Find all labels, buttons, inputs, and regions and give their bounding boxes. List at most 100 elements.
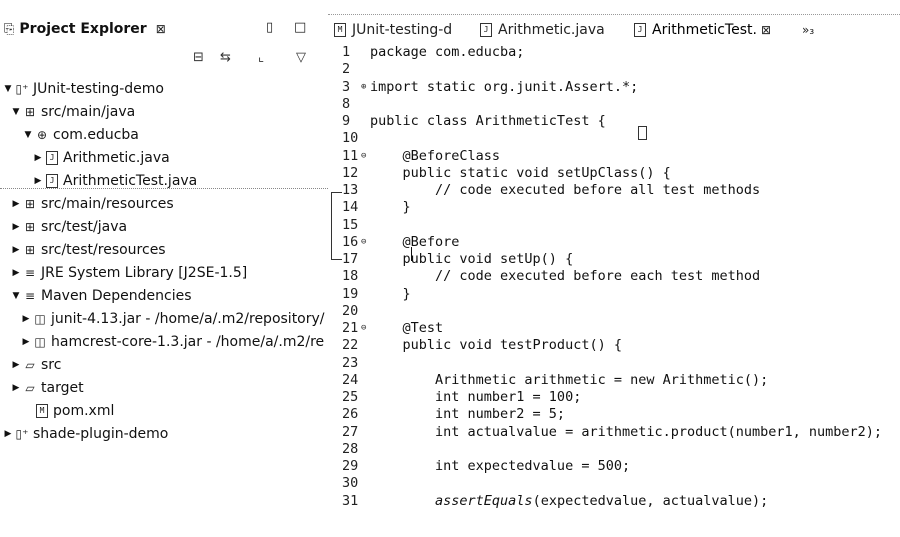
expand-arrow-icon[interactable]: ▼ [10, 291, 22, 301]
project-explorer-title: Project Explorer [19, 21, 147, 37]
code-text: @BeforeClass [370, 148, 501, 164]
expand-arrow-icon[interactable]: ▶ [10, 383, 22, 393]
expand-arrow-icon[interactable]: ▶ [20, 337, 32, 347]
tree-item-junit-jar[interactable]: ▶ ◫ junit-4.13.jar - /home/a/.m2/reposit… [20, 308, 325, 330]
tree-item-maven-dependencies[interactable]: ▼ ≡ Maven Dependencies [10, 285, 192, 307]
maximize-icon[interactable]: □ [294, 20, 306, 35]
line-number: 25 [342, 389, 359, 405]
tree-item-src-main-java[interactable]: ▼ ⊞ src/main/java [10, 101, 136, 123]
bracket-marker [331, 192, 342, 260]
view-menu-icon[interactable]: ▽ [296, 50, 306, 65]
package-icon: ⊕ [36, 128, 48, 142]
tree-item-jre-system-library[interactable]: ▶ ≡ JRE System Library [J2SE-1.5] [10, 262, 248, 284]
line-number: 21 [342, 320, 359, 336]
source-folder-icon: ⊞ [24, 197, 36, 211]
tree-item-label: src/test/resources [41, 242, 166, 258]
tree-item-arithmetic-java[interactable]: ▶ J Arithmetic.java [32, 147, 170, 169]
focus-icon[interactable]: ⌞ [258, 50, 264, 65]
tab-arithmetictest-java[interactable]: J ArithmeticTest. ⊠ [634, 19, 771, 41]
tree-item-label: src/main/java [41, 104, 136, 120]
link-with-editor-icon[interactable]: ⇆ [220, 50, 231, 65]
tree-item-src[interactable]: ▶ ▱ src [10, 354, 62, 376]
expand-arrow-icon[interactable]: ▶ [10, 360, 22, 370]
line-number: 31 [342, 493, 359, 509]
tab-label: Arithmetic.java [498, 22, 605, 38]
tree-item-label: pom.xml [53, 403, 115, 419]
line-number: 12 [342, 165, 359, 181]
code-text: Arithmetic arithmetic = new Arithmetic()… [370, 372, 769, 388]
fold-toggle-icon[interactable]: ⊖ [361, 234, 366, 251]
code-text: } [370, 199, 411, 215]
tree-item-pom-xml[interactable]: M pom.xml [22, 400, 114, 422]
tab-junit-testing-pom[interactable]: M JUnit-testing-d [334, 19, 452, 41]
close-icon[interactable]: ⊠ [761, 23, 771, 37]
expand-arrow-icon[interactable]: ▼ [22, 130, 34, 140]
tab-arithmetic-java[interactable]: J Arithmetic.java [480, 19, 605, 41]
java-file-icon: J [44, 150, 60, 166]
line-number: 27 [342, 424, 359, 440]
source-folder-icon: ⊞ [24, 105, 36, 119]
maven-file-icon: M [34, 403, 50, 419]
minimize-icon[interactable]: ▯ [266, 20, 273, 35]
line-number: 15 [342, 217, 359, 233]
code-text: int number2 = 5; [370, 406, 566, 422]
fold-toggle-icon[interactable]: ⊖ [361, 148, 366, 165]
project-explorer-panel: ⎘ Project Explorer ⊠ ▯ □ ⊟ ⇆ ⌞ ▽ ▼ ▯⁺ JU… [0, 0, 328, 537]
project-explorer-icon: ⎘ [4, 21, 15, 37]
tree-item-label: src [41, 357, 62, 373]
tree-item-src-main-resources[interactable]: ▶ ⊞ src/main/resources [10, 193, 174, 215]
tree-item-junit-testing-demo[interactable]: ▼ ▯⁺ JUnit-testing-demo [2, 78, 164, 100]
tree-item-src-test-resources[interactable]: ▶ ⊞ src/test/resources [10, 239, 166, 261]
line-number: 1 [342, 44, 351, 60]
tab-label: JUnit-testing-d [352, 22, 453, 38]
close-icon[interactable]: ⊠ [156, 22, 166, 36]
line-number: 30 [342, 475, 359, 491]
tree-item-com-educba[interactable]: ▼ ⊕ com.educba [22, 124, 139, 146]
expand-arrow-icon[interactable]: ▶ [32, 153, 44, 163]
expand-arrow-icon[interactable]: ▶ [10, 268, 22, 278]
code-text: public void setUp() { [370, 251, 574, 267]
expand-arrow-icon[interactable]: ▶ [20, 314, 32, 324]
tab-overflow-button[interactable]: »₃ [802, 23, 814, 37]
expand-arrow-icon[interactable]: ▶ [10, 199, 22, 209]
line-number: 8 [342, 96, 351, 112]
tree-item-src-test-java[interactable]: ▶ ⊞ src/test/java [10, 216, 128, 238]
tree-item-hamcrest-jar[interactable]: ▶ ◫ hamcrest-core-1.3.jar - /home/a/.m2/… [20, 331, 325, 353]
project-icon: ▯⁺ [15, 82, 29, 96]
code-text: int expectedvalue = 500; [370, 458, 631, 474]
project-explorer-toolbar: ⊟ ⇆ ⌞ ▽ [0, 48, 328, 70]
fold-toggle-icon[interactable]: ⊖ [361, 320, 366, 337]
project-icon: ▯⁺ [15, 427, 29, 441]
fold-toggle-icon[interactable]: ⊕ [361, 79, 366, 96]
code-text: public void testProduct() { [370, 337, 622, 353]
tree-item-label: JRE System Library [J2SE-1.5] [41, 265, 248, 281]
expand-arrow-icon[interactable]: ▼ [2, 84, 14, 94]
expand-arrow-icon[interactable]: ▶ [10, 245, 22, 255]
selection-outline [0, 188, 328, 189]
tree-item-label: target [41, 380, 84, 396]
expand-arrow-icon[interactable]: ▶ [10, 222, 22, 232]
code-text: public static void setUpClass() { [370, 165, 671, 181]
code-text: @Before [370, 234, 460, 250]
code-text: int number1 = 100; [370, 389, 582, 405]
line-number: 28 [342, 441, 359, 457]
folded-import-marker[interactable] [638, 126, 647, 140]
line-number: 24 [342, 372, 359, 388]
code-text: } [370, 286, 411, 302]
line-number: 9 [342, 113, 351, 129]
tree-item-label: src/test/java [41, 219, 128, 235]
line-number: 29 [342, 458, 359, 474]
expand-arrow-icon[interactable]: ▼ [10, 107, 22, 117]
java-file-icon: J [634, 23, 646, 37]
line-number: 3 [342, 79, 351, 95]
java-file-icon: J [480, 23, 492, 37]
expand-arrow-icon[interactable]: ▶ [32, 176, 44, 186]
project-explorer-tab[interactable]: ⎘ Project Explorer ⊠ [4, 18, 166, 40]
line-number: 10 [342, 130, 359, 146]
line-number: 23 [342, 355, 359, 371]
tree-item-target[interactable]: ▶ ▱ target [10, 377, 84, 399]
collapse-all-icon[interactable]: ⊟ [193, 50, 204, 65]
folder-icon: ▱ [25, 381, 35, 395]
tree-item-shade-plugin-demo[interactable]: ▶ ▯⁺ shade-plugin-demo [2, 423, 169, 445]
expand-arrow-icon[interactable]: ▶ [2, 429, 14, 439]
